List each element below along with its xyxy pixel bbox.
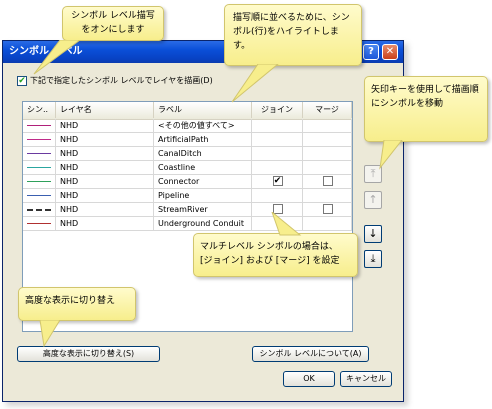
callout-pointer-symbol-level: [33, 40, 81, 75]
callout-arrow-keys-text: 矢印キーを使用して描画順にシンボルを移動: [371, 85, 479, 109]
callout-pointer-highlight: [231, 64, 279, 103]
callout-advanced-view-text: 高度な表示に切り替え: [25, 296, 116, 306]
about-symbol-levels-button[interactable]: シンボル レベルについて(A): [252, 346, 369, 362]
line-symbol-swatch: [27, 153, 51, 154]
join-cell: [252, 161, 303, 175]
move-up-button[interactable]: ↑: [364, 191, 382, 209]
join-checkbox[interactable]: ✔: [272, 176, 283, 186]
help-button[interactable]: ?: [363, 44, 379, 60]
callout-highlight-rows-text: 描写順に並べるために、シンボル(行)をハイライトします。: [233, 13, 350, 51]
column-header-symbol[interactable]: シン..: [23, 102, 56, 118]
layer-name-cell: NHD: [56, 133, 154, 147]
layer-name-cell: NHD: [56, 119, 154, 133]
label-cell: Connector: [154, 175, 252, 189]
merge-checkbox[interactable]: [322, 204, 333, 214]
label-cell: Pipeline: [154, 189, 252, 203]
join-cell: [252, 189, 303, 203]
callout-highlight-rows: 描写順に並べるために、シンボル(行)をハイライトします。: [224, 4, 362, 66]
table-header: シン.. レイヤ名 ラベル ジョイン マージ: [23, 102, 352, 120]
callout-symbol-level-on-text: シンボル レベル描写をオンにします: [71, 11, 155, 35]
label-cell: Underground Conduit: [154, 217, 252, 231]
label-cell: ArtificialPath: [154, 133, 252, 147]
callout-pointer-arrow-keys: [379, 140, 403, 170]
symbol-cell: [23, 175, 56, 189]
callout-symbol-level-on: シンボル レベル描写をオンにします: [62, 6, 164, 41]
callout-advanced-view: 高度な表示に切り替え: [18, 287, 136, 321]
advanced-view-button[interactable]: 高度な表示に切り替え(S): [17, 346, 160, 362]
column-header-join[interactable]: ジョイン: [252, 102, 303, 118]
table-row[interactable]: NHD CanalDitch: [23, 147, 352, 161]
join-cell: ✔: [252, 175, 303, 189]
table-row[interactable]: NHD Pipeline: [23, 189, 352, 203]
layer-name-cell: NHD: [56, 217, 154, 231]
merge-cell: [303, 189, 352, 203]
layer-name-cell: NHD: [56, 189, 154, 203]
table-row[interactable]: NHD Connector ✔: [23, 175, 352, 189]
line-symbol-swatch: [27, 223, 51, 224]
symbol-cell: [23, 161, 56, 175]
layer-name-cell: NHD: [56, 147, 154, 161]
layer-name-cell: NHD: [56, 175, 154, 189]
join-cell: [252, 147, 303, 161]
symbol-cell: [23, 189, 56, 203]
table-row[interactable]: NHD ArtificialPath: [23, 133, 352, 147]
draw-symbol-levels-checkbox[interactable]: ✔: [17, 76, 27, 86]
callout-pointer-advanced: [39, 320, 61, 348]
join-cell: [252, 119, 303, 133]
ok-button[interactable]: OK: [283, 371, 335, 387]
column-header-layer[interactable]: レイヤ名: [56, 102, 154, 118]
line-symbol-swatch: [27, 195, 51, 196]
callout-arrow-keys: 矢印キーを使用して描画順にシンボルを移動: [364, 76, 488, 142]
label-cell: StreamRiver: [154, 203, 252, 217]
symbol-cell: [23, 147, 56, 161]
merge-cell: [303, 161, 352, 175]
callout-multilevel-line2: [ジョイン] および [マージ] を設定: [200, 256, 340, 266]
line-symbol-swatch: [27, 125, 51, 126]
move-to-bottom-button[interactable]: ⤓: [364, 250, 382, 268]
line-symbol-swatch: [27, 139, 51, 140]
draw-symbol-levels-label[interactable]: 下記で指定したシンボル レベルでレイヤを描画(D): [30, 75, 213, 86]
column-header-label[interactable]: ラベル: [154, 102, 252, 118]
symbol-cell: [23, 203, 56, 217]
callout-multilevel: マルチレベル シンボルの場合は、 [ジョイン] および [マージ] を設定: [193, 233, 358, 277]
label-cell: CanalDitch: [154, 147, 252, 161]
join-cell: [252, 133, 303, 147]
line-symbol-swatch: [27, 181, 51, 182]
layer-name-cell: NHD: [56, 203, 154, 217]
merge-cell: [303, 147, 352, 161]
callout-pointer-multilevel: [271, 212, 302, 236]
table-row[interactable]: NHD <その他の値すべて>: [23, 119, 352, 133]
column-header-merge[interactable]: マージ: [303, 102, 352, 118]
symbol-cell: [23, 217, 56, 231]
symbol-cell: [23, 119, 56, 133]
label-cell: <その他の値すべて>: [154, 119, 252, 133]
symbol-cell: [23, 133, 56, 147]
layer-name-cell: NHD: [56, 161, 154, 175]
label-cell: Coastline: [154, 161, 252, 175]
cancel-button[interactable]: キャンセル: [340, 371, 392, 387]
line-symbol-swatch: [27, 167, 51, 168]
merge-cell: [303, 175, 352, 189]
move-down-button[interactable]: ↓: [364, 225, 382, 243]
merge-checkbox[interactable]: [322, 176, 333, 186]
merge-cell: [303, 133, 352, 147]
close-button[interactable]: ✕: [382, 44, 398, 60]
line-symbol-swatch: [27, 209, 51, 211]
merge-cell: [303, 119, 352, 133]
table-row[interactable]: NHD Coastline: [23, 161, 352, 175]
callout-multilevel-line1: マルチレベル シンボルの場合は、: [200, 242, 338, 252]
